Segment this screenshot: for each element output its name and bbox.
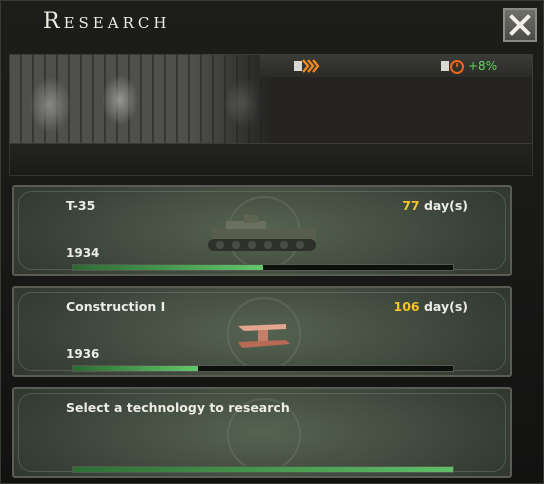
scientists-photo xyxy=(10,55,272,143)
research-slot-2[interactable]: Construction I 106 day(s) 1936 xyxy=(12,286,512,377)
steel-beam-icon xyxy=(238,324,290,348)
research-panel: Research +8% T-35 77 day(s) 1934 Constru… xyxy=(0,0,544,484)
progress-fill xyxy=(73,265,263,270)
research-bonus-percent: +8% xyxy=(468,59,498,73)
days-unit: day(s) xyxy=(423,198,468,213)
research-banner: +8% xyxy=(9,54,533,144)
progress-fill xyxy=(73,366,199,371)
research-speed-icon[interactable] xyxy=(293,58,319,74)
tech-name: Construction I xyxy=(66,299,166,314)
days-count: 106 xyxy=(393,299,420,314)
panel-header: Research xyxy=(7,5,539,42)
tech-days: 77 day(s) xyxy=(402,198,468,213)
tech-name: T-35 xyxy=(66,198,96,213)
tech-year: 1934 xyxy=(66,246,100,260)
progress-bar xyxy=(72,365,454,372)
research-bonus-icon[interactable] xyxy=(440,58,466,74)
tech-days: 106 day(s) xyxy=(394,299,468,314)
close-button[interactable] xyxy=(503,8,537,42)
days-count: 77 xyxy=(402,198,420,213)
research-slot-empty[interactable]: Select a technology to research xyxy=(12,387,512,478)
research-slot-1[interactable]: T-35 77 day(s) 1934 xyxy=(12,185,512,276)
panel-title: Research xyxy=(43,9,171,34)
empty-slot-bar xyxy=(72,466,454,473)
tech-year: 1936 xyxy=(66,347,100,361)
close-icon xyxy=(509,14,531,36)
progress-bar xyxy=(72,264,454,271)
select-technology-prompt: Select a technology to research xyxy=(66,400,290,415)
tank-icon xyxy=(208,215,316,251)
days-unit: day(s) xyxy=(423,299,468,314)
banner-footer xyxy=(9,144,533,176)
